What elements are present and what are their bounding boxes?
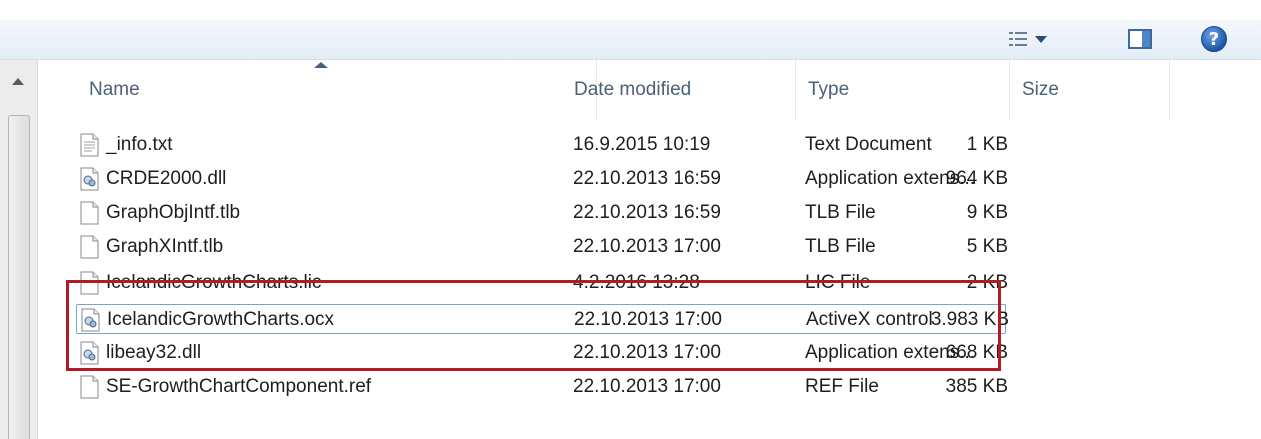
preview-pane-icon — [1128, 29, 1152, 49]
file-date-modified: 22.10.2013 16:59 — [573, 168, 721, 189]
file-name: CRDE2000.dll — [106, 168, 227, 189]
blank-file-icon — [80, 375, 99, 399]
file-name: _info.txt — [106, 134, 173, 155]
file-row[interactable]: IcelandicGrowthCharts.lic 4.2.2016 13:28 L… — [76, 268, 1008, 298]
file-size: 1 KB — [966, 134, 1008, 155]
file-size: 964 KB — [945, 168, 1008, 189]
column-header-name[interactable]: Name — [76, 60, 596, 120]
dll-file-icon — [80, 341, 99, 365]
scroll-thumb[interactable] — [8, 115, 30, 439]
column-header-type-label: Type — [808, 79, 850, 100]
file-name: SE-GrowthChartComponent.ref — [106, 376, 372, 397]
file-date-modified: 4.2.2016 13:28 — [573, 272, 700, 293]
window-top-strip — [0, 0, 1261, 20]
help-icon: ? — [1201, 26, 1227, 52]
file-row[interactable]: _info.txt 16.9.2015 10:19 Text Document 1 K… — [76, 130, 1008, 160]
file-name: libeay32.dll — [106, 342, 202, 363]
blank-file-icon — [80, 235, 99, 259]
file-explorer-window: ? Name Date modified Type Size _info.txt… — [0, 0, 1261, 439]
column-header-type[interactable]: Type — [795, 60, 1009, 120]
file-row[interactable]: CRDE2000.dll 22.10.2013 16:59 Application … — [76, 164, 1008, 194]
file-size: 9 KB — [966, 202, 1008, 223]
vertical-scrollbar[interactable] — [0, 60, 38, 439]
column-header-row: Name Date modified Type Size — [38, 60, 1261, 120]
chevron-down-icon — [1035, 35, 1047, 43]
file-size: 5 KB — [966, 236, 1008, 257]
file-size: 2 KB — [966, 272, 1008, 293]
column-header-date-label: Date modified — [574, 79, 692, 100]
file-row[interactable]: IcelandicGrowthCharts.ocx 22.10.2013 17:0… — [76, 304, 1009, 334]
file-date-modified: 22.10.2013 16:59 — [573, 202, 721, 223]
file-name: IcelandicGrowthCharts.ocx — [107, 309, 335, 330]
file-size: 3.983 KB — [930, 309, 1009, 330]
column-header-size-label: Size — [1022, 79, 1059, 100]
column-header-size[interactable]: Size — [1009, 60, 1169, 120]
file-date-modified: 22.10.2013 17:00 — [574, 309, 722, 330]
activex-file-icon — [81, 308, 100, 332]
file-size: 385 KB — [945, 376, 1008, 397]
preview-pane-button[interactable] — [1118, 24, 1162, 54]
file-row[interactable]: libeay32.dll 22.10.2013 17:00 Application … — [76, 338, 1008, 368]
file-name: GraphObjIntf.tlb — [106, 202, 241, 223]
file-date-modified: 22.10.2013 17:00 — [573, 342, 721, 363]
blank-file-icon — [80, 271, 99, 295]
file-row[interactable]: GraphXIntf.tlb 22.10.2013 17:00 TLB File 5 … — [76, 232, 1008, 262]
file-row[interactable]: SE-GrowthChartComponent.ref 22.10.2013 17… — [76, 372, 1008, 402]
file-date-modified: 22.10.2013 17:00 — [573, 236, 721, 257]
sort-ascending-icon — [314, 62, 328, 68]
file-name: GraphXIntf.tlb — [106, 236, 224, 257]
file-date-modified: 22.10.2013 17:00 — [573, 376, 721, 397]
file-row[interactable]: GraphObjIntf.tlb 22.10.2013 16:59 TLB File… — [76, 198, 1008, 228]
help-button[interactable]: ? — [1196, 24, 1232, 54]
scroll-up-arrow-icon[interactable] — [12, 78, 24, 85]
file-date-modified: 16.9.2015 10:19 — [573, 134, 711, 155]
file-size: 668 KB — [945, 342, 1008, 363]
change-view-button[interactable] — [1000, 24, 1056, 54]
column-header-date[interactable]: Date modified — [561, 60, 795, 120]
views-list-icon — [1009, 31, 1027, 47]
file-name: IcelandicGrowthCharts.lic — [106, 272, 322, 293]
toolbar: ? — [0, 20, 1261, 60]
blank-file-icon — [80, 201, 99, 225]
dll-file-icon — [80, 167, 99, 191]
column-header-name-label: Name — [89, 79, 140, 100]
text-file-icon — [80, 133, 99, 157]
